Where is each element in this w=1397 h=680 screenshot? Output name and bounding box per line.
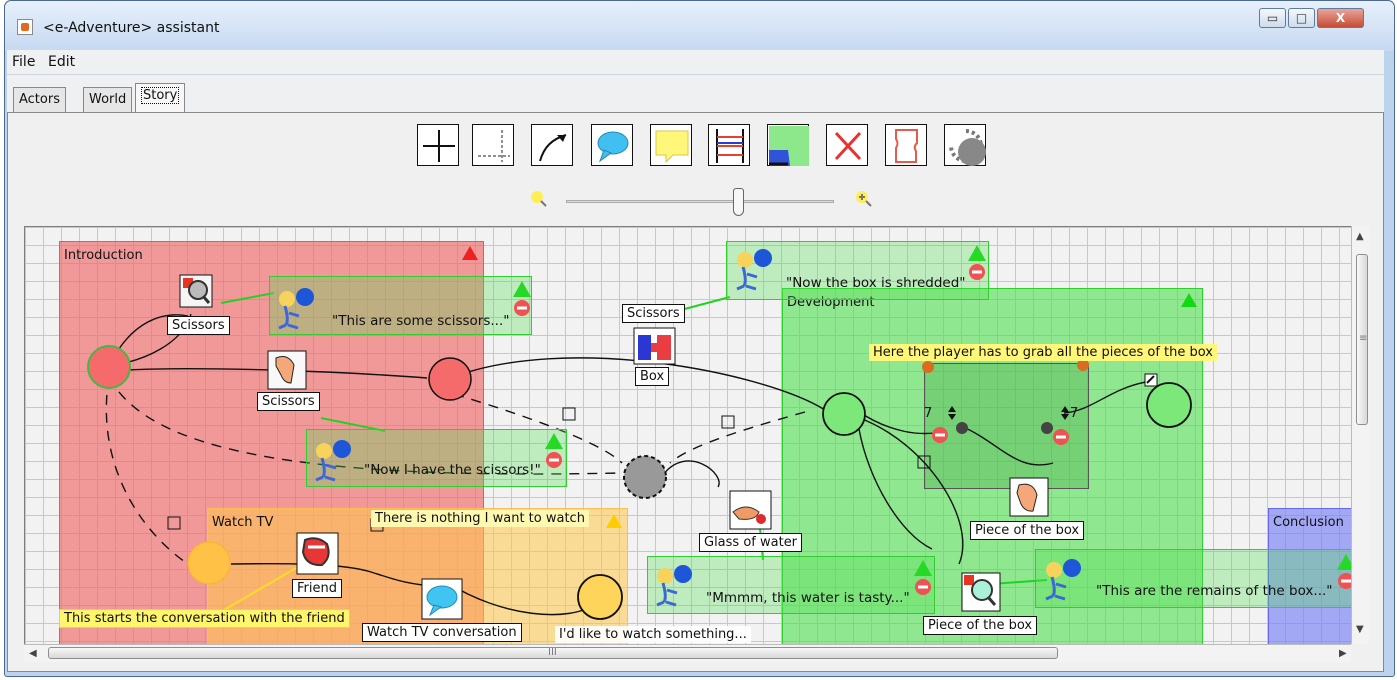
note-icon: [655, 130, 689, 164]
stepper-icon[interactable]: [1059, 404, 1071, 422]
region-icon: [769, 126, 809, 166]
scissors-label-3[interactable]: Scissors: [622, 304, 685, 323]
tab-world-label: World: [89, 92, 127, 107]
piece-of-box-label-2[interactable]: Piece of the box: [923, 616, 1038, 635]
close-button[interactable]: X: [1317, 8, 1364, 28]
timeline-tool-button[interactable]: [708, 124, 750, 166]
zoom-in-icon[interactable]: [855, 190, 873, 208]
dashed-tool-button[interactable]: [944, 124, 986, 166]
magnifier-icon: [179, 274, 213, 308]
friend-label[interactable]: Friend: [292, 579, 342, 598]
speech-priority-icons: [545, 433, 563, 468]
minimize-button[interactable]: ▭: [1259, 8, 1286, 28]
tab-world[interactable]: World: [83, 87, 133, 112]
grab-pieces-note[interactable]: Here the player has to grab all the piec…: [869, 344, 1217, 361]
menu-bar: File Edit: [7, 50, 1384, 75]
speech-priority-icons: [513, 281, 531, 316]
character-speech-icon: [278, 288, 314, 330]
scissors-label-2[interactable]: Scissors: [257, 392, 320, 411]
tab-story[interactable]: Story: [135, 83, 186, 113]
scroll-left-icon[interactable]: ◀: [29, 648, 37, 659]
magnifier-icon: [961, 572, 1001, 612]
zoom-out-icon[interactable]: [530, 190, 548, 208]
speech-box-shredded-text: "Now the box is shredded": [786, 275, 966, 291]
right-counter: 7: [1070, 406, 1079, 421]
delete-x-icon: [834, 131, 862, 161]
speech-remains-text: "This are the remains of the box...": [1096, 583, 1333, 599]
speech-water-text: "Mmmm, this water is tasty...": [706, 590, 910, 606]
scroll-up-icon[interactable]: ▲: [1356, 231, 1364, 242]
cross-icon: [423, 130, 455, 162]
start-conversation-note[interactable]: This starts the conversation with the fr…: [59, 609, 350, 628]
character-speech-icon: [315, 440, 351, 482]
character-speech-icon: [656, 565, 692, 607]
dashed-circle-icon: [949, 129, 986, 166]
curved-arrow-icon: [539, 134, 567, 162]
menu-file[interactable]: File: [12, 54, 35, 70]
nothing-to-watch-note[interactable]: There is nothing I want to watch: [371, 510, 589, 527]
character-speech-icon: [1045, 559, 1081, 601]
hand-water-icon: [729, 490, 772, 530]
piece-of-box-label-1[interactable]: Piece of the box: [970, 521, 1085, 540]
delete-tool-button[interactable]: [826, 124, 868, 166]
speech-bubble-icon: [421, 578, 463, 620]
scissors-label-1[interactable]: Scissors: [167, 316, 230, 335]
tab-actors[interactable]: Actors: [13, 87, 66, 112]
stepper-icon[interactable]: [946, 404, 958, 422]
mouth-icon: [296, 532, 339, 575]
grab-hand-icon: [267, 350, 307, 390]
tab-story-label: Story: [141, 87, 180, 104]
scroll-right-icon[interactable]: ▶: [1339, 648, 1347, 659]
character-speech-icon: [736, 249, 772, 291]
shape-icon: [895, 129, 918, 163]
vertical-scroll-thumb[interactable]: ≡: [1356, 254, 1368, 425]
speech-scissors-text: "This are some scissors...": [332, 313, 510, 329]
scroll-down-icon[interactable]: ▼: [1356, 624, 1364, 635]
java-app-icon: [17, 19, 33, 35]
scroll-grip-icon: III: [548, 647, 557, 658]
small-arrow-box-icon: [1144, 373, 1158, 387]
want-to-watch-note[interactable]: I'd like to watch something...: [555, 626, 751, 643]
title-bar: <e-Adventure> assistant ▭ □ X: [5, 1, 1394, 51]
scroll-grip-icon: ≡: [1359, 333, 1368, 344]
tab-actors-label: Actors: [19, 92, 60, 107]
timeline-icon: [716, 129, 744, 163]
speech-have-scissors-text: "Now I have the scissors!": [364, 462, 541, 478]
menu-edit[interactable]: Edit: [48, 54, 75, 70]
story-canvas[interactable]: Introduction Development Watch TV Conclu…: [24, 226, 1351, 644]
cross-tool-button[interactable]: [417, 124, 459, 166]
glass-of-water-label[interactable]: Glass of water: [699, 533, 803, 552]
arrow-tool-button[interactable]: [531, 124, 573, 166]
corner-icon: [478, 130, 510, 162]
remove-icon[interactable]: [1052, 428, 1070, 446]
zoom-slider-track[interactable]: [566, 200, 834, 203]
grab-hand-icon: [1009, 477, 1049, 517]
speech-priority-icons: [968, 245, 986, 280]
speech-bubble-icon: [597, 131, 629, 163]
box-label[interactable]: Box: [635, 367, 670, 386]
window-title: <e-Adventure> assistant: [43, 20, 220, 36]
tabs-bar: Actors World Story: [7, 75, 1384, 113]
watch-tv-conversation-label[interactable]: Watch TV conversation: [362, 623, 522, 642]
maximize-button[interactable]: □: [1288, 8, 1315, 28]
speech-priority-icons: [914, 560, 932, 595]
shape-tool-button[interactable]: [885, 124, 927, 166]
left-counter: 7: [924, 406, 933, 421]
zoom-slider-thumb[interactable]: [733, 188, 744, 216]
horizontal-scroll-thumb[interactable]: III: [48, 647, 1058, 659]
remove-icon[interactable]: [931, 426, 949, 444]
region-tool-button[interactable]: [767, 124, 809, 166]
puzzle-piece-icon: [633, 327, 676, 365]
speech-priority-icons: [1337, 554, 1351, 589]
speech-tool-button[interactable]: [591, 124, 633, 166]
corner-tool-button[interactable]: [472, 124, 514, 166]
note-tool-button[interactable]: [650, 124, 692, 166]
